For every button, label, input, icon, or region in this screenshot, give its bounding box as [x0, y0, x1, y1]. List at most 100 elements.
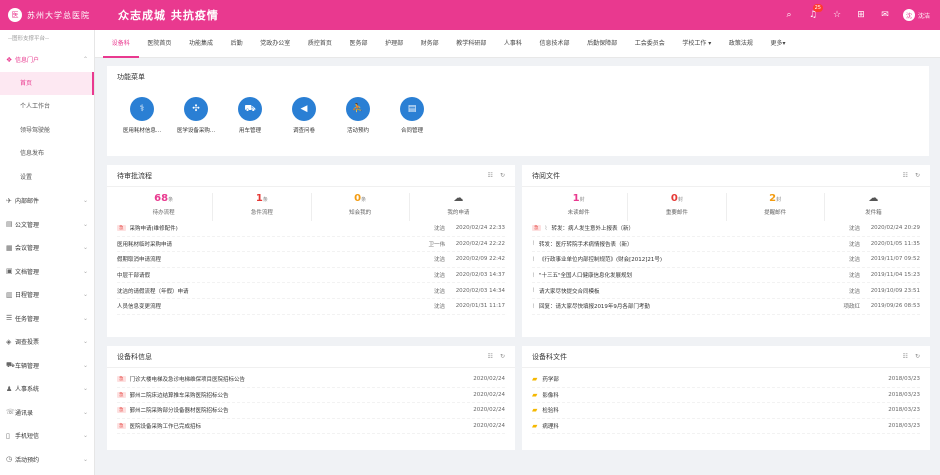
- list-row[interactable]: ▰ 病理科 2018/03/23: [532, 419, 920, 435]
- row-title[interactable]: 转发：医疗转院手术病情报告表（新）: [539, 240, 820, 248]
- department-tab[interactable]: 更多▾: [762, 30, 795, 58]
- refresh-icon[interactable]: ↻: [500, 172, 505, 179]
- department-tab[interactable]: 党政办公室: [251, 30, 299, 58]
- row-title[interactable]: 《行政事业单位内部控制规范》(财会[2012]21号): [539, 255, 820, 263]
- bell-icon[interactable]: ♫ 25: [801, 4, 825, 20]
- list-row[interactable]: ⌇ 请大家尽快提交合同模板 沈洁 2019/10/09 23:51: [532, 283, 920, 299]
- sidebar-subitem[interactable]: 信息发布: [0, 142, 94, 166]
- stat-item[interactable]: 2封 提醒邮件: [727, 193, 825, 221]
- list-row[interactable]: 急医院设备采购工作已完成招标 2020/02/24: [117, 419, 505, 435]
- function-shortcut[interactable]: ✣ 医学设备采购...: [169, 97, 223, 134]
- department-tab[interactable]: 设备科: [103, 30, 139, 58]
- list-row[interactable]: ⌇ 回复：请大家尽快填报2019年9月各部门考勤 项政红 2019/09/26 08:…: [532, 299, 920, 315]
- list-row[interactable]: 急门诊大楼电梯及急诊电梯维保项目医院招标公告 2020/02/24: [117, 372, 505, 388]
- stat-item[interactable]: 68条 待办流程: [115, 193, 214, 221]
- sidebar-item[interactable]: ▯ 手机短信 ⌄: [0, 424, 94, 448]
- apps-icon[interactable]: ⊞: [849, 10, 873, 20]
- row-title[interactable]: 鄞州二院采购部分设备器材医院招标公告: [130, 406, 446, 414]
- row-title[interactable]: 回复：请大家尽快填报2019年9月各部门考勤: [539, 302, 820, 310]
- stat-item[interactable]: 0封 重要邮件: [628, 193, 727, 221]
- function-shortcut[interactable]: ⛹ 活动预约: [331, 97, 385, 134]
- row-title[interactable]: 影像科: [542, 391, 860, 399]
- sidebar-item[interactable]: ♟ 人事系统 ⌄: [0, 377, 94, 401]
- list-row[interactable]: 假期取消申请流程 沈洁 2020/02/09 22:42: [117, 252, 505, 268]
- sidebar-item[interactable]: ▣ 文档管理 ⌄: [0, 260, 94, 284]
- list-row[interactable]: ⌇ 《行政事业单位内部控制规范》(财会[2012]21号) 沈洁 2019/11/07…: [532, 252, 920, 268]
- list-row[interactable]: ▰ 影像科 2018/03/23: [532, 388, 920, 404]
- list-view-icon[interactable]: ☷: [903, 353, 908, 360]
- wechat-icon[interactable]: ✉: [873, 10, 897, 20]
- department-tab[interactable]: 教学科研部: [447, 30, 495, 58]
- department-tab[interactable]: 后勤: [222, 30, 252, 58]
- department-tab[interactable]: 财务部: [412, 30, 448, 58]
- sidebar-item[interactable]: ☏ 通讯录 ⌄: [0, 401, 94, 425]
- function-shortcut[interactable]: ◀ 调查问卷: [277, 97, 331, 134]
- user-menu[interactable]: 沈 沈洁: [902, 9, 930, 21]
- star-icon[interactable]: ☆: [825, 10, 849, 20]
- department-tab[interactable]: 质控首页: [299, 30, 341, 58]
- search-icon[interactable]: ⌕: [777, 10, 801, 20]
- row-title[interactable]: 人员信息变更流程: [117, 302, 405, 310]
- stat-item[interactable]: 1封 未读邮件: [530, 193, 629, 221]
- list-row[interactable]: 急采购申请(维修配件) 沈洁 2020/02/24 22:33: [117, 221, 505, 237]
- row-title[interactable]: "十三五"全国人口健康信息化发展规划: [539, 271, 820, 279]
- sidebar-subitem[interactable]: 首页: [0, 71, 94, 95]
- row-title[interactable]: 转发：病人发生意外上报表（新）: [551, 224, 820, 232]
- sidebar-subitem[interactable]: 领导驾驶舱: [0, 119, 94, 143]
- list-row[interactable]: 急鄞州二院采购部分设备器材医院招标公告 2020/02/24: [117, 403, 505, 419]
- row-title[interactable]: 假期取消申请流程: [117, 255, 405, 263]
- stat-item[interactable]: ☁ 发件箱: [825, 193, 922, 221]
- list-row[interactable]: ⌇ "十三五"全国人口健康信息化发展规划 沈洁 2019/11/04 15:23: [532, 268, 920, 284]
- department-tab[interactable]: 工会委员会: [626, 30, 674, 58]
- refresh-icon[interactable]: ↻: [500, 353, 505, 360]
- list-view-icon[interactable]: ☷: [488, 353, 493, 360]
- department-tab[interactable]: 护理部: [376, 30, 412, 58]
- list-row[interactable]: ▰ 检验科 2018/03/23: [532, 403, 920, 419]
- row-title[interactable]: 沈洁的请假流程（年假）申请: [117, 287, 405, 295]
- sidebar-item[interactable]: ▥ 日程管理 ⌄: [0, 283, 94, 307]
- sidebar-item[interactable]: ▤ 公文管理 ⌄: [0, 213, 94, 237]
- sidebar-item[interactable]: ◈ 调查投票 ⌄: [0, 330, 94, 354]
- department-tab[interactable]: 医务部: [341, 30, 377, 58]
- row-title[interactable]: 采购申请(维修配件): [130, 224, 406, 232]
- row-title[interactable]: 检验科: [542, 406, 860, 414]
- sidebar-subitem[interactable]: 设置: [0, 166, 94, 190]
- list-view-icon[interactable]: ☷: [903, 172, 908, 179]
- function-shortcut[interactable]: ⛟ 用车管理: [223, 97, 277, 134]
- list-row[interactable]: 急 ⌇ 转发：病人发生意外上报表（新） 沈洁 2020/02/24 20:29: [532, 221, 920, 237]
- sidebar-item[interactable]: ◷ 活动预约 ⌄: [0, 448, 94, 472]
- department-tab[interactable]: 信息技术部: [531, 30, 579, 58]
- list-row[interactable]: ▰ 药学部 2018/03/23: [532, 372, 920, 388]
- function-shortcut[interactable]: ⚕ 医用耗材信息...: [115, 97, 169, 134]
- sidebar-item[interactable]: ☰ 任务管理 ⌄: [0, 307, 94, 331]
- department-tab[interactable]: 政策法规: [720, 30, 762, 58]
- row-title[interactable]: 请大家尽快提交合同模板: [539, 287, 820, 295]
- logo[interactable]: 医 苏州大学总医院: [0, 8, 100, 22]
- row-title[interactable]: 医院设备采购工作已完成招标: [130, 422, 446, 430]
- row-title[interactable]: 中层干部请假: [117, 271, 405, 279]
- row-title[interactable]: 病理科: [542, 422, 860, 430]
- list-row[interactable]: 医用耗材临时采购申请 卫一伟 2020/02/24 22:22: [117, 237, 505, 253]
- list-row[interactable]: 沈洁的请假流程（年假）申请 沈洁 2020/02/03 14:34: [117, 283, 505, 299]
- row-title[interactable]: 鄞州二院床边结算推车采购医院招标公告: [130, 391, 446, 399]
- list-view-icon[interactable]: ☷: [488, 172, 493, 179]
- row-title[interactable]: 药学部: [542, 375, 860, 383]
- sidebar-item[interactable]: ✈ 内部邮件 ⌄: [0, 189, 94, 213]
- list-row[interactable]: ⌇ 转发：医疗转院手术病情报告表（新） 沈洁 2020/01/05 11:35: [532, 237, 920, 253]
- refresh-icon[interactable]: ↻: [915, 172, 920, 179]
- list-row[interactable]: 中层干部请假 沈洁 2020/02/03 14:37: [117, 268, 505, 284]
- stat-item[interactable]: 1条 急件流程: [213, 193, 312, 221]
- list-row[interactable]: 人员信息变更流程 沈洁 2020/01/31 11:17: [117, 299, 505, 315]
- department-tab[interactable]: 人事科: [495, 30, 531, 58]
- refresh-icon[interactable]: ↻: [915, 353, 920, 360]
- sidebar-item-portal[interactable]: ❖ 信息门户 ⌃: [0, 48, 94, 72]
- function-shortcut[interactable]: ▤ 合同管理: [385, 97, 439, 134]
- sidebar-subitem[interactable]: 个人工作台: [0, 95, 94, 119]
- row-title[interactable]: 门诊大楼电梯及急诊电梯维保项目医院招标公告: [130, 375, 446, 383]
- department-tab[interactable]: 医院首页: [139, 30, 181, 58]
- department-tab[interactable]: 后勤保障部: [578, 30, 626, 58]
- stat-item[interactable]: ☁ 我的申请: [410, 193, 507, 221]
- sidebar-item[interactable]: ⛟ 车辆管理 ⌄: [0, 354, 94, 378]
- sidebar-item[interactable]: ▦ 会议管理 ⌄: [0, 236, 94, 260]
- list-row[interactable]: 急鄞州二院床边结算推车采购医院招标公告 2020/02/24: [117, 388, 505, 404]
